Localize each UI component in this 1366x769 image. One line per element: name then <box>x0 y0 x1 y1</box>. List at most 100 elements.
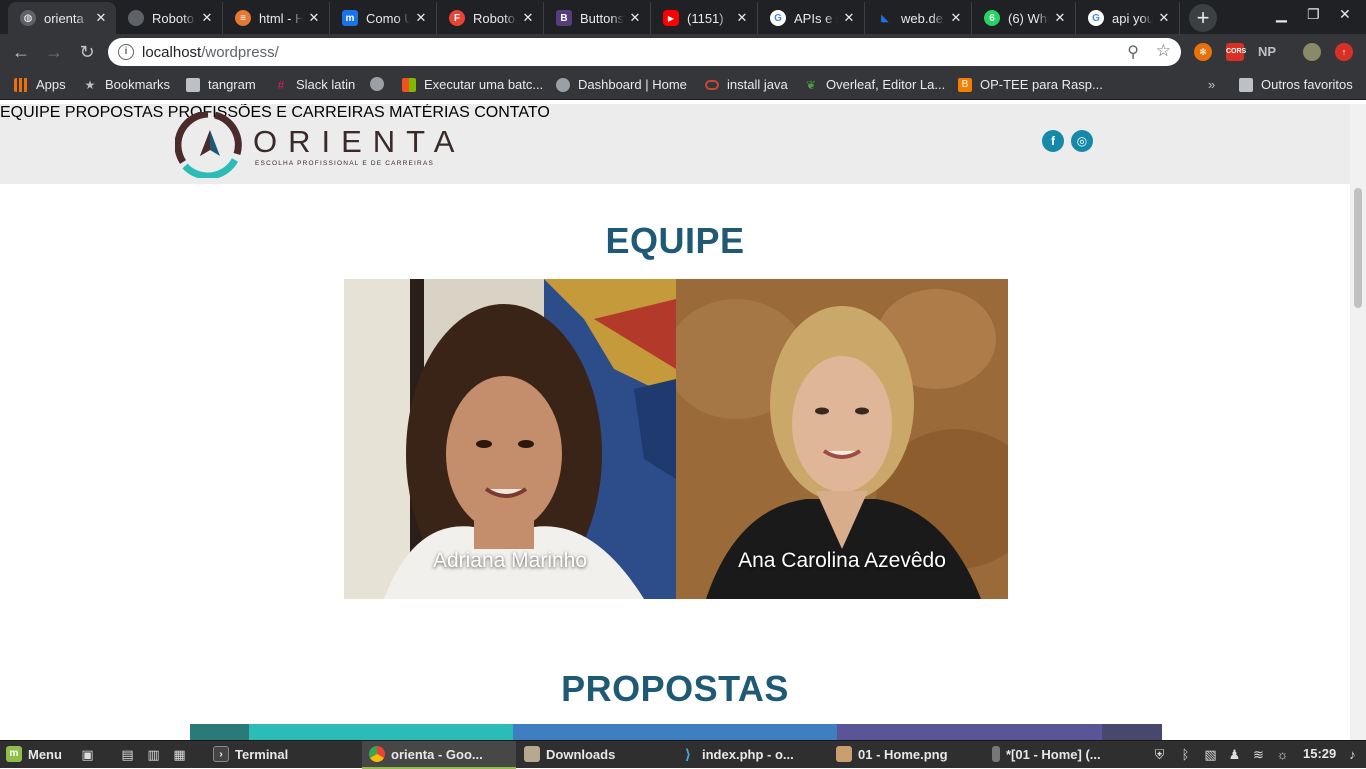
team-member-card[interactable]: Adriana Marinho <box>344 279 676 599</box>
close-icon[interactable]: ✕ <box>307 10 321 26</box>
whatsapp-icon: 6 <box>984 10 1000 26</box>
folder-icon <box>186 77 200 92</box>
scrollbar-thumb[interactable] <box>1354 188 1362 308</box>
tab-title: Roboto <box>473 10 515 26</box>
instagram-icon[interactable]: ◎ <box>1071 130 1093 152</box>
close-icon[interactable]: ✕ <box>1157 10 1171 26</box>
cors-extension-icon[interactable]: CORS <box>1226 43 1246 61</box>
task-label: index.php - o... <box>702 746 794 762</box>
files-launcher-icon[interactable]: ▥ <box>146 747 161 762</box>
new-tab-button[interactable]: + <box>1189 4 1217 32</box>
close-icon[interactable]: ✕ <box>414 10 428 26</box>
close-icon[interactable]: ✕ <box>200 10 214 26</box>
url-text[interactable]: localhost/wordpress/ <box>142 44 279 61</box>
restore-icon[interactable]: ❐ <box>1307 6 1320 23</box>
tab-title: api yout <box>1112 10 1153 26</box>
bookmark-globe[interactable] <box>370 77 392 91</box>
bookmark-slack-latin[interactable]: # Slack latin <box>274 77 356 92</box>
close-icon[interactable]: ✕ <box>1053 10 1067 26</box>
tab-como[interactable]: m Como U ✕ <box>330 2 437 34</box>
menu-item-propostas[interactable]: PROPOSTAS <box>65 104 163 121</box>
bluetooth-icon[interactable]: ᛒ <box>1178 747 1193 762</box>
tab-apis[interactable]: G APIs e s ✕ <box>758 2 865 34</box>
bookmark-apps[interactable]: Apps <box>14 77 66 92</box>
bookmark-star-icon[interactable]: ☆ <box>1156 41 1171 61</box>
printer-launcher-icon[interactable]: ▦ <box>172 747 187 762</box>
task-gimp[interactable]: *[01 - Home] (... <box>992 746 1101 762</box>
meetup-icon: m <box>342 10 358 26</box>
globe-icon <box>370 77 384 91</box>
bookmark-label: Slack latin <box>296 77 356 92</box>
shield-icon[interactable]: ⛨ <box>1152 747 1167 762</box>
bookmark-bookmarks[interactable]: ★ Bookmarks <box>83 77 170 92</box>
tab-whatsapp[interactable]: 6 (6) Wha ✕ <box>972 2 1076 34</box>
task-vscode[interactable]: ⟩ index.php - o... <box>680 746 794 762</box>
task-terminal[interactable]: › Terminal <box>213 746 288 762</box>
globe-icon <box>556 77 570 92</box>
tab-orienta[interactable]: ◍ orienta ✕ <box>8 2 116 34</box>
bookmark-optee[interactable]: B OP-TEE para Rasp... <box>958 77 1103 92</box>
overleaf-icon: ❦ <box>805 77 817 92</box>
bookmark-executar[interactable]: Executar uma batc... <box>402 77 543 92</box>
back-icon[interactable]: ← <box>10 41 32 63</box>
close-icon[interactable]: ✕ <box>521 10 535 26</box>
forward-icon[interactable]: → <box>43 41 65 63</box>
show-desktop-icon[interactable]: ▣ <box>80 747 95 762</box>
profile-avatar[interactable] <box>1303 43 1321 61</box>
task-downloads[interactable]: Downloads <box>524 746 615 762</box>
site-logo[interactable]: ORIENTA ESCOLHA PROFISSIONAL E DE CARREI… <box>174 110 455 180</box>
terminal-launcher-icon[interactable]: ▤ <box>120 747 135 762</box>
window-close-icon[interactable]: ✕ <box>1339 6 1351 23</box>
slack-icon: # <box>277 77 285 92</box>
bookmark-dashboard[interactable]: Dashboard | Home <box>556 77 687 92</box>
tab-title: orienta <box>44 10 84 26</box>
task-chrome-orienta[interactable]: orienta - Goo... <box>369 746 483 762</box>
globe-icon <box>128 10 144 26</box>
stackoverflow-icon: ≡ <box>235 10 251 26</box>
zoom-icon[interactable]: ⚲ <box>1127 42 1139 62</box>
tab-title: APIs e s <box>794 10 838 26</box>
close-icon[interactable]: ✕ <box>949 10 963 26</box>
close-icon[interactable]: ✕ <box>842 10 856 26</box>
browser-tab-strip: ◍ orienta ✕ Roboto ✕ ≡ html - H ✕ m Como… <box>0 0 1366 34</box>
clipboard-icon[interactable]: ▧ <box>1203 747 1218 762</box>
other-bookmarks-folder[interactable]: Outros favoritos <box>1239 77 1353 92</box>
menu-item-contato[interactable]: CONTATO <box>474 104 550 121</box>
tab-roboto-fonts[interactable]: F Roboto ✕ <box>437 2 544 34</box>
taskbar-clock[interactable]: 15:29 <box>1303 746 1336 761</box>
user-icon[interactable]: ♟ <box>1227 747 1242 762</box>
tab-webdev[interactable]: ◣ web.de ✕ <box>865 2 972 34</box>
tab-roboto[interactable]: Roboto ✕ <box>116 2 223 34</box>
np-extension-icon[interactable]: NP <box>1258 43 1276 61</box>
info-icon[interactable]: i <box>118 44 134 60</box>
fonts-icon: F <box>449 10 465 26</box>
reload-icon[interactable]: ↻ <box>76 41 98 63</box>
proposal-color-strip <box>249 724 513 740</box>
minimize-icon[interactable]: ▁ <box>1276 6 1287 23</box>
close-icon[interactable]: ✕ <box>628 10 642 26</box>
sound-icon[interactable]: ♪ <box>1345 747 1360 762</box>
bookmark-tangram[interactable]: tangram <box>186 77 256 92</box>
team-member-card[interactable]: Ana Carolina Azevêdo <box>676 279 1008 599</box>
bookmarks-bar: Apps ★ Bookmarks tangram # Slack latin Exe… <box>0 70 1366 100</box>
tab-youtube[interactable]: ▶ (1151) ✕ <box>651 2 758 34</box>
tab-title: (1151) <box>687 10 724 26</box>
brightness-icon[interactable]: ☼ <box>1275 747 1290 762</box>
start-menu-button[interactable]: m Menu <box>6 746 62 762</box>
bookmark-install-java[interactable]: install java <box>705 77 788 92</box>
address-bar[interactable]: i localhost/wordpress/ ⚲ ☆ <box>108 38 1181 66</box>
task-image-viewer[interactable]: 01 - Home.png <box>836 746 948 762</box>
bookmark-overleaf[interactable]: ❦ Overleaf, Editor La... <box>804 77 945 92</box>
tab-buttons[interactable]: B Buttons ✕ <box>544 2 651 34</box>
menu-item-equipe[interactable]: EQUIPE <box>0 104 60 121</box>
bookmarks-overflow-button[interactable]: » <box>1208 77 1215 92</box>
wifi-icon[interactable]: ≋ <box>1251 747 1266 762</box>
page-scrollbar[interactable] <box>1350 104 1366 740</box>
tab-html[interactable]: ≡ html - H ✕ <box>223 2 330 34</box>
close-icon[interactable]: ✕ <box>94 10 108 26</box>
facebook-icon[interactable]: f <box>1042 130 1064 152</box>
tab-api-youtube[interactable]: G api yout ✕ <box>1076 2 1180 34</box>
close-icon[interactable]: ✕ <box>735 10 749 26</box>
extension-icon[interactable]: ✻ <box>1194 43 1212 61</box>
update-icon[interactable]: ↑ <box>1335 43 1353 61</box>
